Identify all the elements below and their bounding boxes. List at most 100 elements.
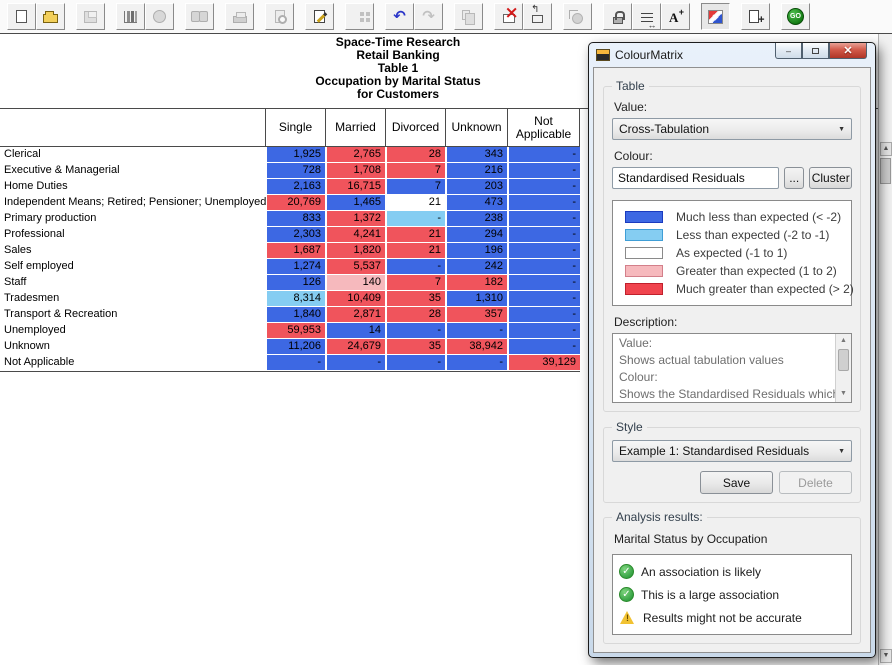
data-cell[interactable]: 35	[385, 339, 445, 355]
data-cell[interactable]: 2,303	[266, 227, 325, 243]
data-cell[interactable]: 728	[266, 163, 325, 179]
data-cell[interactable]: 10,409	[325, 291, 385, 307]
desc-scroll-down-icon[interactable]: ▼	[837, 388, 850, 401]
data-cell[interactable]: 7	[385, 179, 445, 195]
row-label[interactable]: Unknown	[0, 339, 266, 355]
data-cell[interactable]: -	[507, 163, 580, 179]
data-cell[interactable]: 28	[385, 307, 445, 323]
data-cell[interactable]: 1,840	[266, 307, 325, 323]
data-cell[interactable]: 38,942	[445, 339, 507, 355]
column-header[interactable]: Unknown	[445, 109, 507, 146]
data-cell[interactable]: -	[325, 355, 385, 371]
row-label[interactable]: Staff	[0, 275, 266, 291]
data-cell[interactable]: 1,310	[445, 291, 507, 307]
data-cell[interactable]: 238	[445, 211, 507, 227]
data-cell[interactable]: -	[507, 323, 580, 339]
data-cell[interactable]: 21	[385, 243, 445, 259]
row-label[interactable]: Not Applicable	[0, 355, 266, 371]
row-label[interactable]: Primary production	[0, 211, 266, 227]
data-cell[interactable]: 24,679	[325, 339, 385, 355]
data-cell[interactable]: 1,708	[325, 163, 385, 179]
data-cell[interactable]: 473	[445, 195, 507, 211]
data-cell[interactable]: 4,241	[325, 227, 385, 243]
row-label[interactable]: Unemployed	[0, 323, 266, 339]
data-cell[interactable]: -	[385, 355, 445, 371]
data-cell[interactable]: 203	[445, 179, 507, 195]
row-label[interactable]: Home Duties	[0, 179, 266, 195]
data-cell[interactable]: 1,925	[266, 147, 325, 163]
data-cell[interactable]: 2,163	[266, 179, 325, 195]
lock-button[interactable]	[603, 3, 632, 30]
row-label[interactable]: Executive & Managerial	[0, 163, 266, 179]
data-cell[interactable]: -	[445, 355, 507, 371]
column-header[interactable]: Single	[266, 109, 325, 146]
data-cell[interactable]: -	[507, 259, 580, 275]
go-button[interactable]	[781, 3, 810, 30]
data-cell[interactable]: 182	[445, 275, 507, 291]
delete-table-button[interactable]	[494, 3, 523, 30]
cluster-button[interactable]: Cluster	[809, 167, 852, 189]
data-cell[interactable]: 8,314	[266, 291, 325, 307]
font-size-button[interactable]	[661, 3, 690, 30]
row-label[interactable]: Self employed	[0, 259, 266, 275]
column-header[interactable]: Married	[325, 109, 385, 146]
browse-button[interactable]: ...	[784, 167, 804, 189]
desc-scroll-up-icon[interactable]: ▲	[837, 335, 850, 348]
data-cell[interactable]: 126	[266, 275, 325, 291]
transpose-button[interactable]	[523, 3, 552, 30]
data-cell[interactable]: 216	[445, 163, 507, 179]
data-cell[interactable]: 833	[266, 211, 325, 227]
data-cell[interactable]: 1,274	[266, 259, 325, 275]
row-label[interactable]: Clerical	[0, 147, 266, 163]
scroll-up-arrow-icon[interactable]: ▲	[880, 142, 892, 156]
data-cell[interactable]: -	[507, 147, 580, 163]
maximize-button[interactable]	[802, 43, 829, 59]
data-cell[interactable]: -	[507, 211, 580, 227]
indent-button[interactable]	[632, 3, 661, 30]
data-cell[interactable]: 20,769	[266, 195, 325, 211]
data-cell[interactable]: -	[507, 275, 580, 291]
data-cell[interactable]: 1,687	[266, 243, 325, 259]
data-cell[interactable]: 14	[325, 323, 385, 339]
data-cell[interactable]: 59,953	[266, 323, 325, 339]
data-cell[interactable]: -	[445, 323, 507, 339]
data-cell[interactable]: 1,372	[325, 211, 385, 227]
data-cell[interactable]: -	[507, 339, 580, 355]
undo-button[interactable]	[385, 3, 414, 30]
value-dropdown[interactable]: Cross-Tabulation	[612, 118, 852, 140]
data-cell[interactable]: 2,765	[325, 147, 385, 163]
data-cell[interactable]: -	[507, 307, 580, 323]
column-header[interactable]: Not Applicable	[507, 109, 580, 146]
data-cell[interactable]: -	[385, 211, 445, 227]
data-cell[interactable]: -	[507, 227, 580, 243]
row-label[interactable]: Professional	[0, 227, 266, 243]
data-cell[interactable]: -	[507, 179, 580, 195]
data-cell[interactable]: 7	[385, 163, 445, 179]
chart-button[interactable]	[116, 3, 145, 30]
data-cell[interactable]: -	[266, 355, 325, 371]
data-cell[interactable]: -	[385, 323, 445, 339]
edit-button[interactable]	[305, 3, 334, 30]
doc-plus-button[interactable]	[741, 3, 770, 30]
data-cell[interactable]: 1,465	[325, 195, 385, 211]
data-cell[interactable]: 2,871	[325, 307, 385, 323]
data-cell[interactable]: 5,537	[325, 259, 385, 275]
column-header[interactable]: Divorced	[385, 109, 445, 146]
data-cell[interactable]: -	[385, 259, 445, 275]
new-button[interactable]	[7, 3, 36, 30]
data-cell[interactable]: 196	[445, 243, 507, 259]
data-cell[interactable]: 7	[385, 275, 445, 291]
save-button[interactable]: Save	[700, 471, 773, 494]
data-cell[interactable]: 35	[385, 291, 445, 307]
data-cell[interactable]: 242	[445, 259, 507, 275]
row-label[interactable]: Transport & Recreation	[0, 307, 266, 323]
data-cell[interactable]: 357	[445, 307, 507, 323]
data-cell[interactable]: -	[507, 291, 580, 307]
data-cell[interactable]: 1,820	[325, 243, 385, 259]
data-cell[interactable]: 343	[445, 147, 507, 163]
data-cell[interactable]: 21	[385, 195, 445, 211]
data-cell[interactable]: 140	[325, 275, 385, 291]
data-cell[interactable]: 39,129	[507, 355, 580, 371]
colourmatrix-button[interactable]	[701, 3, 730, 30]
desc-scrollbar-thumb[interactable]	[838, 349, 849, 371]
